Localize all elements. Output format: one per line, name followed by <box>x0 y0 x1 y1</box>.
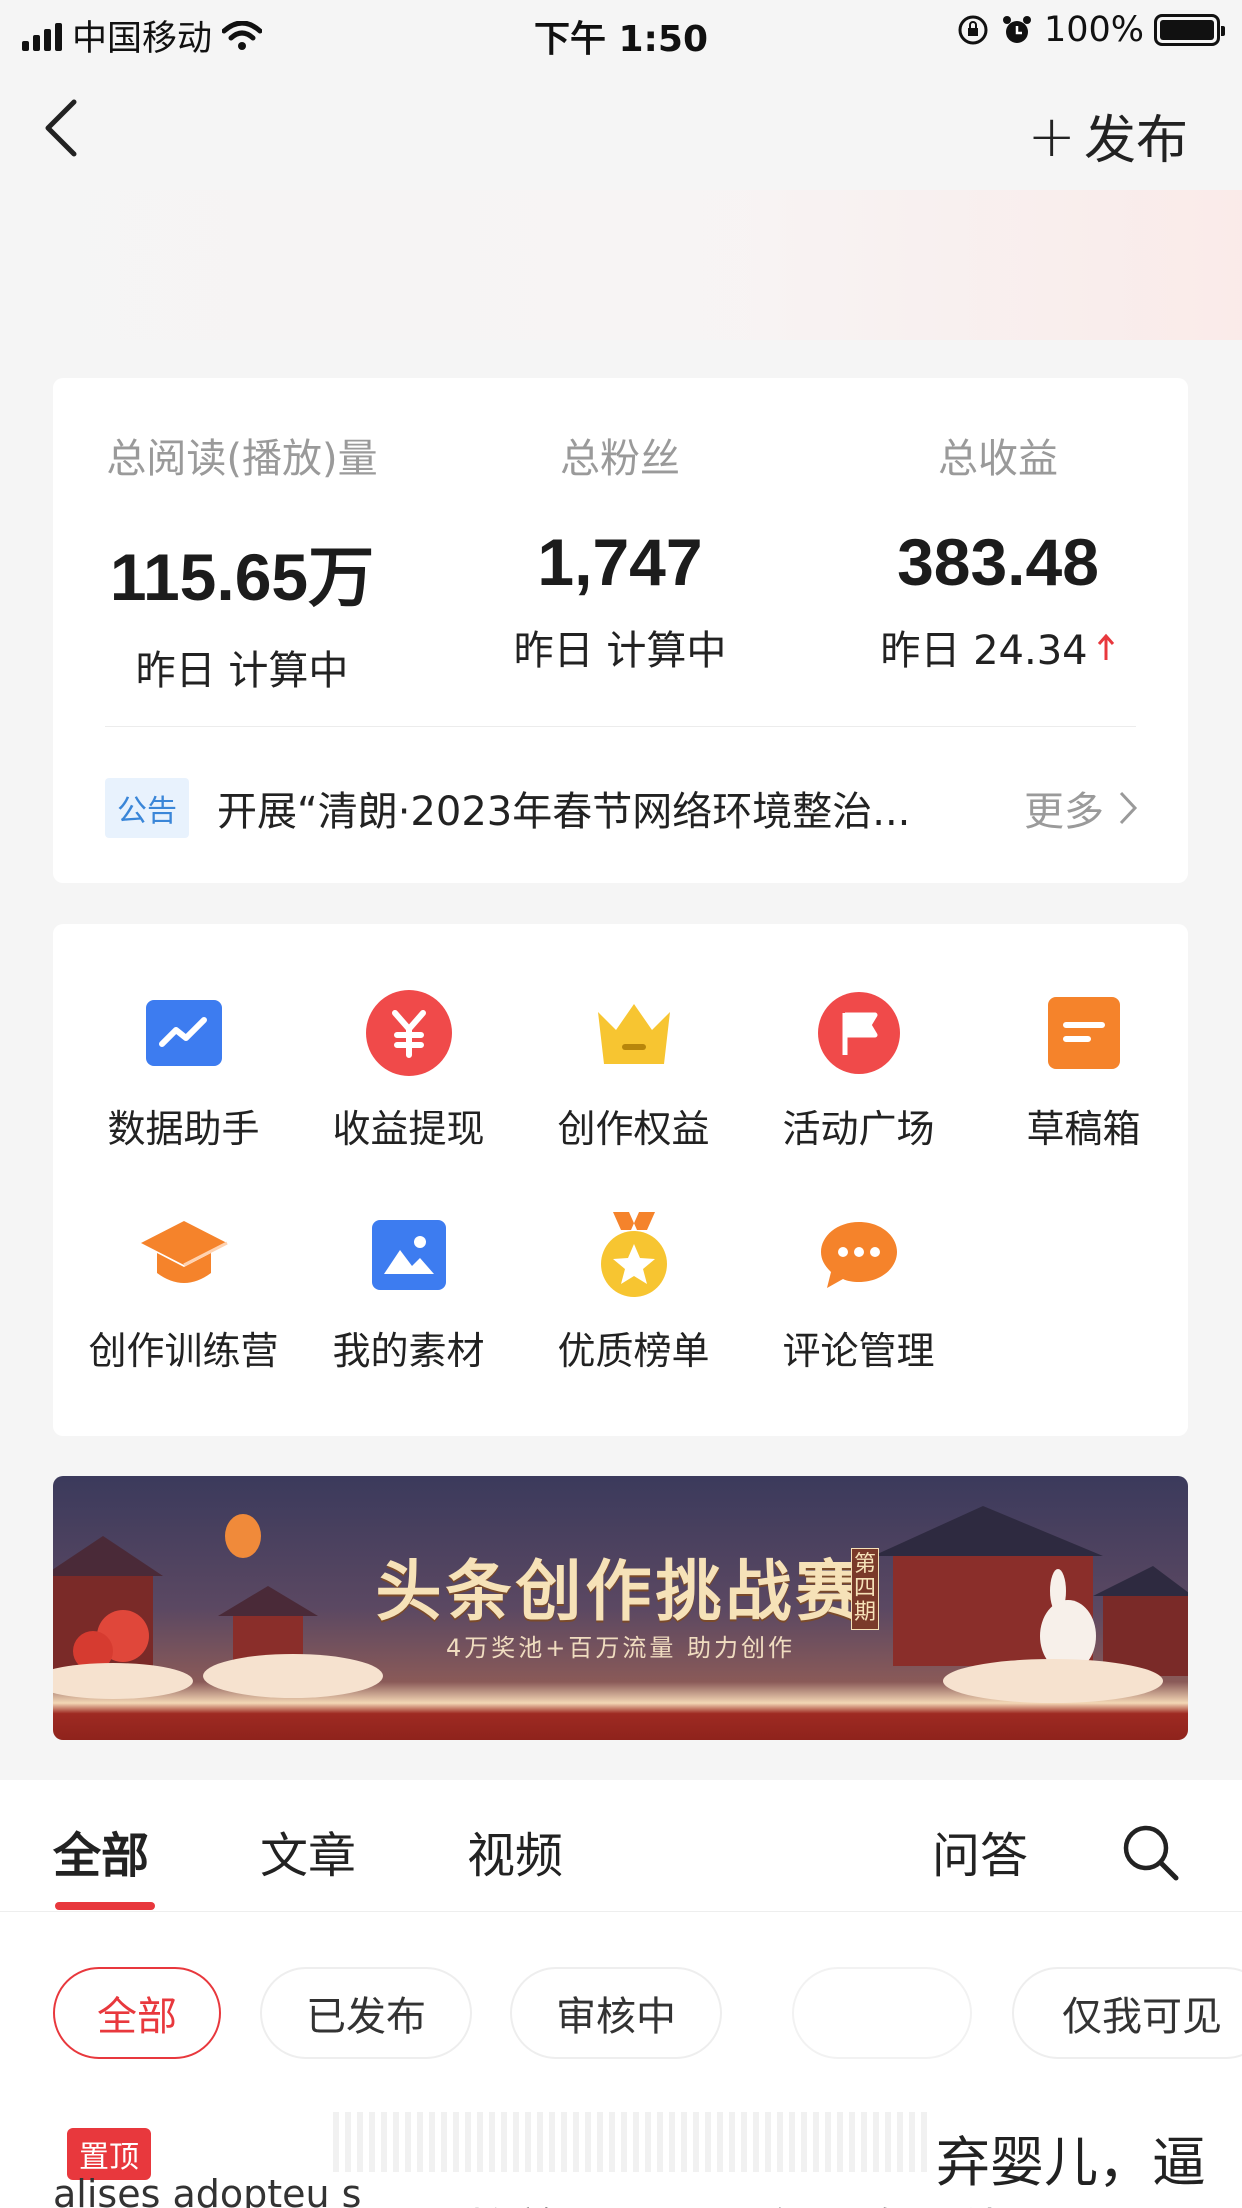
header-banner-area <box>0 190 1242 340</box>
active-tab-indicator <box>55 1902 155 1910</box>
chart-icon <box>139 988 229 1078</box>
stat-sub: 昨日 计算中 <box>135 648 349 694</box>
promo-title: 头条创作挑战赛 <box>375 1552 866 1630</box>
battery-icon <box>1154 14 1225 46</box>
yuan-icon <box>364 988 454 1078</box>
filter-private[interactable]: 仅我可见 <box>1012 1967 1242 2059</box>
post-title: 弃婴儿，逼 <box>936 2131 1206 2194</box>
draft-icon <box>1039 988 1129 1078</box>
stat-label: 总阅读(播放)量 <box>106 436 378 482</box>
stat-value: 383.48 <box>897 525 1099 599</box>
tool-drafts[interactable]: 草稿箱 <box>971 988 1196 1153</box>
post-title-line2: 教养温洒！47年后发现他 <box>465 2192 1006 2208</box>
post-title-blur <box>333 2112 933 2172</box>
plus-icon: + <box>1027 101 1076 170</box>
divider <box>105 726 1136 727</box>
promo-badge: 第四期 <box>851 1548 879 1630</box>
image-icon <box>364 1210 454 1300</box>
notice-more-link[interactable]: 更多 <box>1024 779 1138 837</box>
notice-row[interactable]: 公告 开展“清朗·2023年春节网络环境整治... 更多 <box>105 778 1138 838</box>
stat-total-reads[interactable]: 总阅读(播放)量 115.65万 昨日 计算中 <box>53 426 431 696</box>
up-arrow-icon <box>1097 633 1114 660</box>
stat-sub: 昨日 24.34 <box>809 618 1187 676</box>
crown-icon <box>589 988 679 1078</box>
alarm-icon <box>1002 16 1031 43</box>
tool-quality-ranking[interactable]: 优质榜单 <box>521 1210 746 1375</box>
comment-icon <box>814 1210 904 1300</box>
stat-value: 1,747 <box>537 525 703 599</box>
promo-subtitle: 4万奖池+百万流量 助力创作 <box>445 1634 795 1662</box>
notice-tag: 公告 <box>105 778 189 838</box>
tool-my-materials[interactable]: 我的素材 <box>296 1210 521 1375</box>
tab-qa[interactable]: 问答 <box>932 1816 1028 1886</box>
chevron-right-icon <box>1119 791 1138 825</box>
flag-icon <box>814 988 904 1078</box>
stat-value: 115.65万 <box>109 540 375 614</box>
tool-data-assistant[interactable]: 数据助手 <box>71 988 296 1153</box>
stat-total-income[interactable]: 总收益 383.48 昨日 24.34 <box>809 426 1187 676</box>
stat-sub: 昨日 计算中 <box>513 628 727 674</box>
stat-total-fans[interactable]: 总粉丝 1,747 昨日 计算中 <box>431 426 809 676</box>
stat-label: 总收益 <box>938 436 1058 482</box>
notice-text: 开展“清朗·2023年春节网络环境整治... <box>217 789 911 835</box>
content-tabs: 全部 文章 视频 问答 <box>0 1780 1242 1912</box>
medal-icon <box>589 1210 679 1300</box>
filter-all[interactable]: 全部 <box>53 1967 221 2059</box>
tab-videos[interactable]: 视频 <box>467 1816 563 1886</box>
tool-income-withdraw[interactable]: 收益提现 <box>296 988 521 1153</box>
filter-placeholder <box>792 1967 972 2059</box>
publish-label: 发布 <box>1083 111 1188 171</box>
stat-label: 总粉丝 <box>560 436 680 482</box>
filter-reviewing[interactable]: 审核中 <box>510 1967 722 2059</box>
tab-articles[interactable]: 文章 <box>260 1816 356 1886</box>
promo-banner[interactable]: 头条创作挑战赛 第四期 4万奖池+百万流量 助力创作 <box>53 1476 1188 1740</box>
pinned-post-item[interactable]: 置顶 alises adopteu s 弃婴儿，逼 教养温洒！47年后发现他 <box>53 2112 1242 2208</box>
filter-published[interactable]: 已发布 <box>260 1967 472 2059</box>
stats-card: 总阅读(播放)量 115.65万 昨日 计算中 总粉丝 1,747 昨日 计算中… <box>53 378 1188 883</box>
tool-event-square[interactable]: 活动广场 <box>746 988 971 1153</box>
tool-comment-management[interactable]: 评论管理 <box>746 1210 971 1375</box>
back-arrow-icon[interactable] <box>38 96 88 160</box>
post-thumbnail-text: alises adopteu s <box>53 2172 362 2208</box>
rotation-lock-icon <box>958 15 988 45</box>
battery-percent: 100% <box>1043 10 1144 50</box>
tab-all[interactable]: 全部 <box>53 1816 149 1886</box>
status-bar: 中国移动 下午 1:50 100% <box>0 0 1242 62</box>
tool-creator-benefits[interactable]: 创作权益 <box>521 988 746 1153</box>
graduation-cap-icon <box>139 1210 229 1300</box>
search-icon[interactable] <box>1120 1822 1180 1882</box>
publish-button[interactable]: + 发布 <box>1027 98 1188 173</box>
tool-training-camp[interactable]: 创作训练营 <box>71 1210 296 1375</box>
tools-grid: 数据助手 收益提现 创作权益 活动广场 草稿箱 创作训练营 我的素材 优质榜单 … <box>53 924 1188 1436</box>
